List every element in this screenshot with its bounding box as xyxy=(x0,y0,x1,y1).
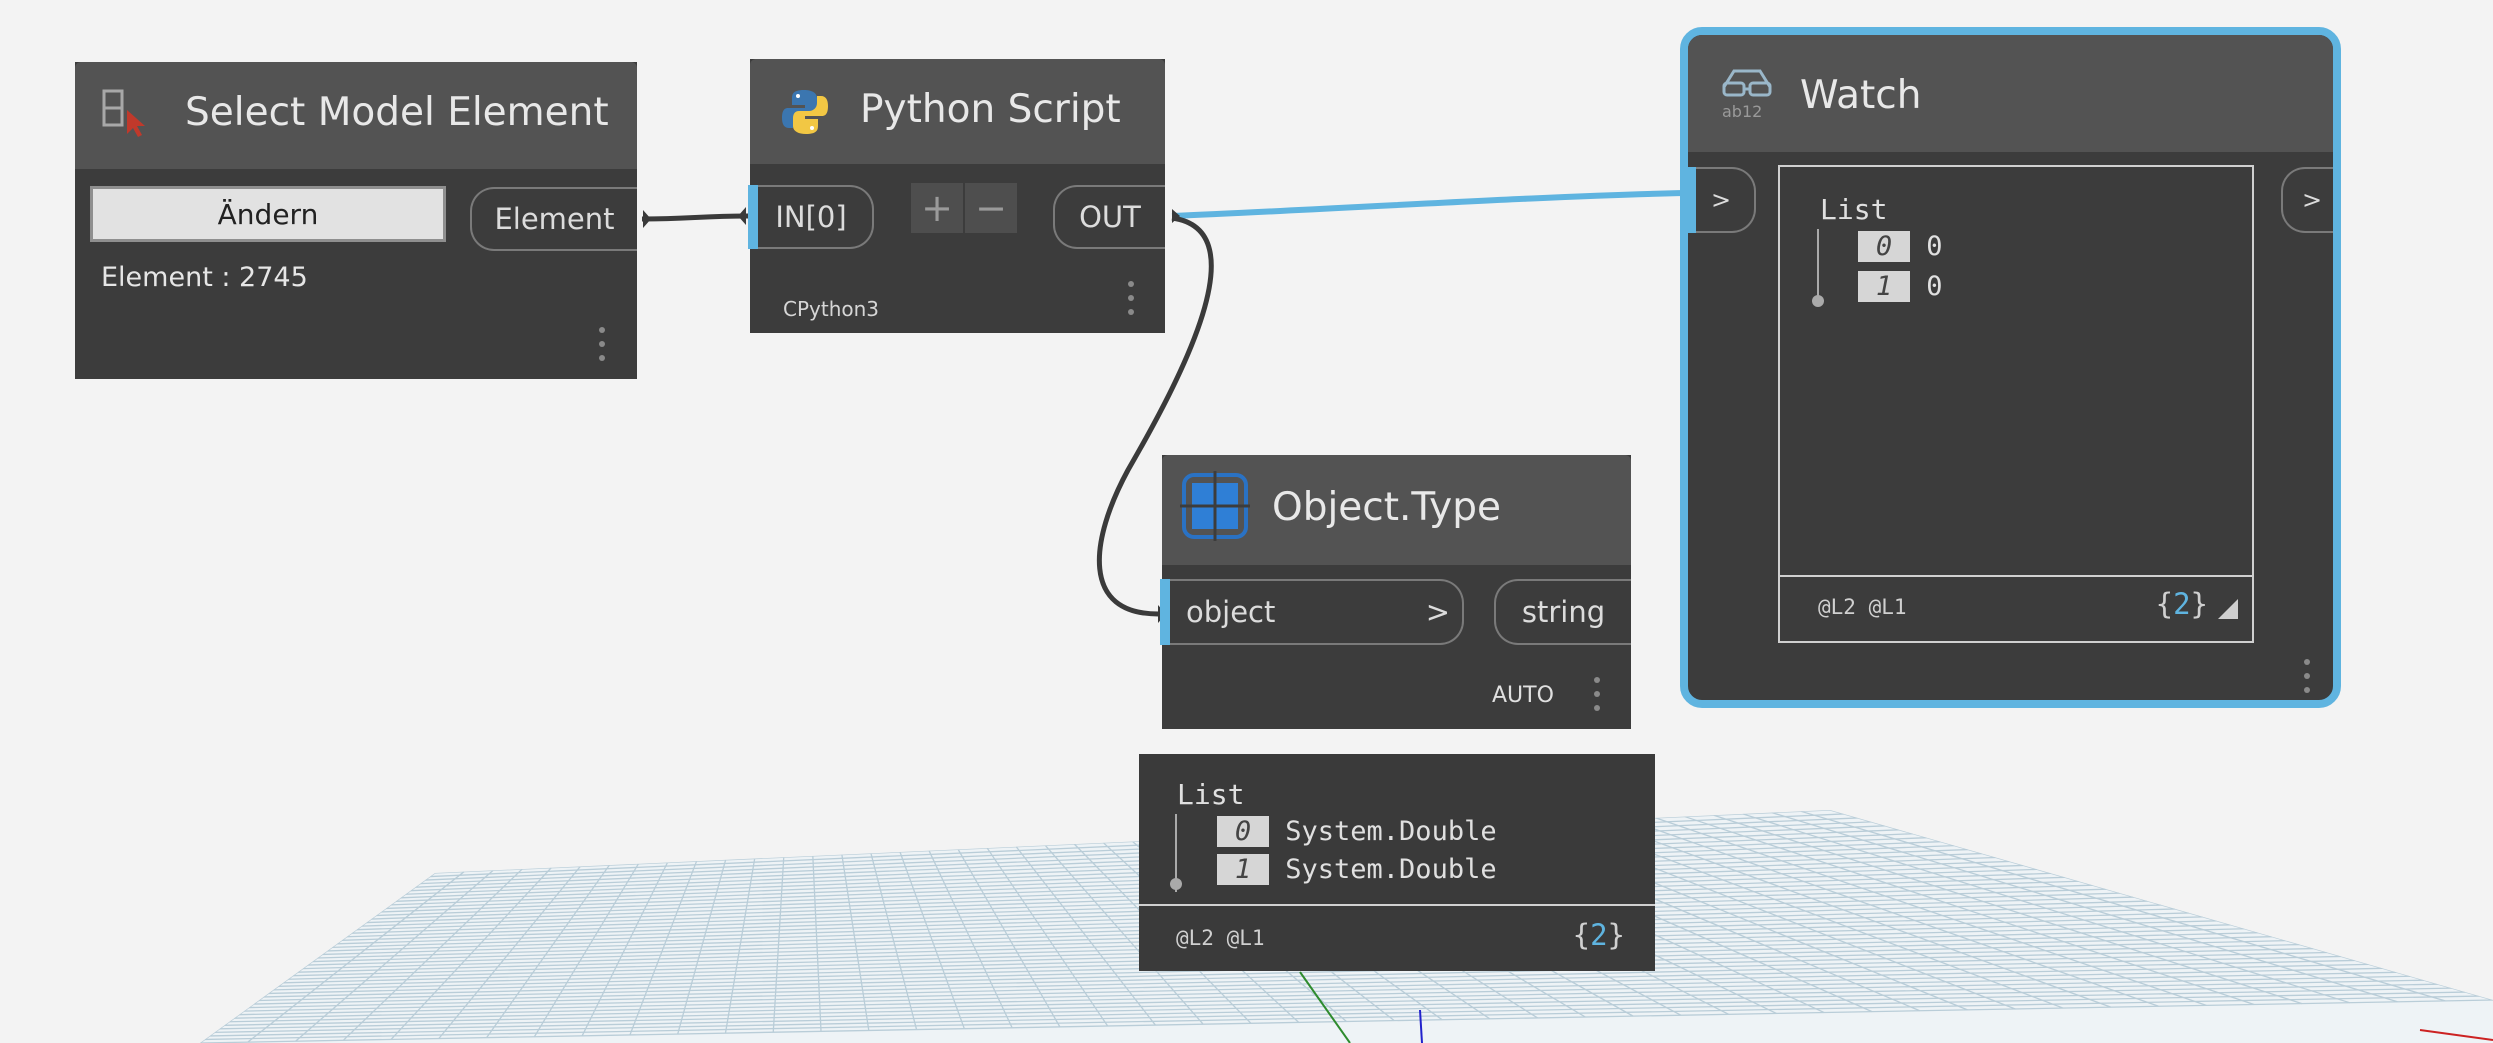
node-title: Python Script xyxy=(860,87,1121,132)
list-item: 0 System.Double xyxy=(1217,816,1497,847)
watch-preview-panel[interactable]: List 0 0 1 0 @L2 @L1 {2} xyxy=(1778,165,2254,643)
list-item: 0 0 xyxy=(1858,231,1943,262)
node-menu-icon[interactable] xyxy=(2304,659,2312,700)
list-item-value: System.Double xyxy=(1285,854,1497,885)
node-title: Watch xyxy=(1800,73,1922,118)
list-label: List xyxy=(1177,778,1245,811)
node-menu-icon[interactable] xyxy=(1128,281,1136,323)
input-port-object[interactable]: object > xyxy=(1160,579,1464,645)
node-title: Select Model Element xyxy=(185,90,609,135)
object-type-preview-panel[interactable]: List 0 System.Double 1 System.Double @L2… xyxy=(1139,754,1655,971)
object-type-node[interactable]: Object.Type object > string AUTO xyxy=(1160,455,1631,729)
watch-glasses-icon: ab12 xyxy=(1720,65,1774,123)
list-tree-end xyxy=(1170,878,1182,890)
list-count: {2} xyxy=(1572,918,1625,952)
node-header[interactable]: Object.Type xyxy=(1162,455,1631,565)
input-port-label: object xyxy=(1186,595,1276,629)
change-selection-button[interactable]: Ändern xyxy=(90,186,446,242)
python-logo-icon xyxy=(780,87,830,137)
node-header[interactable]: Python Script xyxy=(750,59,1165,164)
list-label: List xyxy=(1820,193,1888,226)
list-item-index: 1 xyxy=(1217,854,1269,885)
engine-label: CPython3 xyxy=(783,297,880,321)
output-port-out[interactable]: OUT xyxy=(1053,185,1165,249)
svg-text:ab12: ab12 xyxy=(1722,102,1762,121)
list-levels: @L2 @L1 xyxy=(1176,926,1265,950)
list-tree-line xyxy=(1817,229,1819,297)
node-header[interactable]: ab12 Watch xyxy=(1688,35,2333,152)
input-port-arrow-icon: > xyxy=(1425,595,1450,629)
element-info: Element : 2745 xyxy=(101,262,308,293)
list-count-value: 2 xyxy=(1590,918,1608,952)
input-port-in0[interactable]: IN[0] xyxy=(748,185,874,249)
list-tree-end xyxy=(1812,295,1824,307)
preview-footer-divider xyxy=(1139,904,1655,906)
preview-footer-divider xyxy=(1780,575,2252,577)
node-menu-icon[interactable] xyxy=(1594,677,1602,719)
object-type-icon xyxy=(1178,469,1252,543)
list-item-value: 0 xyxy=(1926,231,1943,262)
select-element-icon xyxy=(101,88,151,138)
list-item-index: 1 xyxy=(1858,271,1910,302)
lacing-label[interactable]: AUTO xyxy=(1492,683,1554,708)
node-menu-icon[interactable] xyxy=(599,327,607,369)
list-item-index: 0 xyxy=(1858,231,1910,262)
list-item-value: 0 xyxy=(1926,271,1943,302)
watch-input-port[interactable]: > xyxy=(1688,167,1756,233)
list-levels: @L2 @L1 xyxy=(1818,595,1907,619)
list-item-value: System.Double xyxy=(1285,816,1497,847)
select-model-element-node[interactable]: Select Model Element Ändern Element Elem… xyxy=(75,62,637,379)
list-item: 1 0 xyxy=(1858,271,1943,302)
python-script-node[interactable]: Python Script IN[0] + − OUT CPython3 xyxy=(748,59,1165,333)
watch-output-port[interactable]: > xyxy=(2281,167,2333,233)
output-port-string[interactable]: string xyxy=(1494,579,1631,645)
list-item: 1 System.Double xyxy=(1217,854,1497,885)
list-item-index: 0 xyxy=(1217,816,1269,847)
list-count: {2} xyxy=(2155,587,2208,621)
node-header[interactable]: Select Model Element xyxy=(75,62,637,169)
remove-input-button[interactable]: − xyxy=(965,183,1017,233)
output-port-element[interactable]: Element xyxy=(470,187,637,251)
add-input-button[interactable]: + xyxy=(911,183,963,233)
resize-handle-icon[interactable] xyxy=(2218,599,2238,619)
watch-node[interactable]: ab12 Watch > > List 0 0 1 0 @L2 @L1 {2} xyxy=(1680,27,2341,708)
node-title: Object.Type xyxy=(1272,485,1501,530)
list-count-value: 2 xyxy=(2173,587,2191,621)
